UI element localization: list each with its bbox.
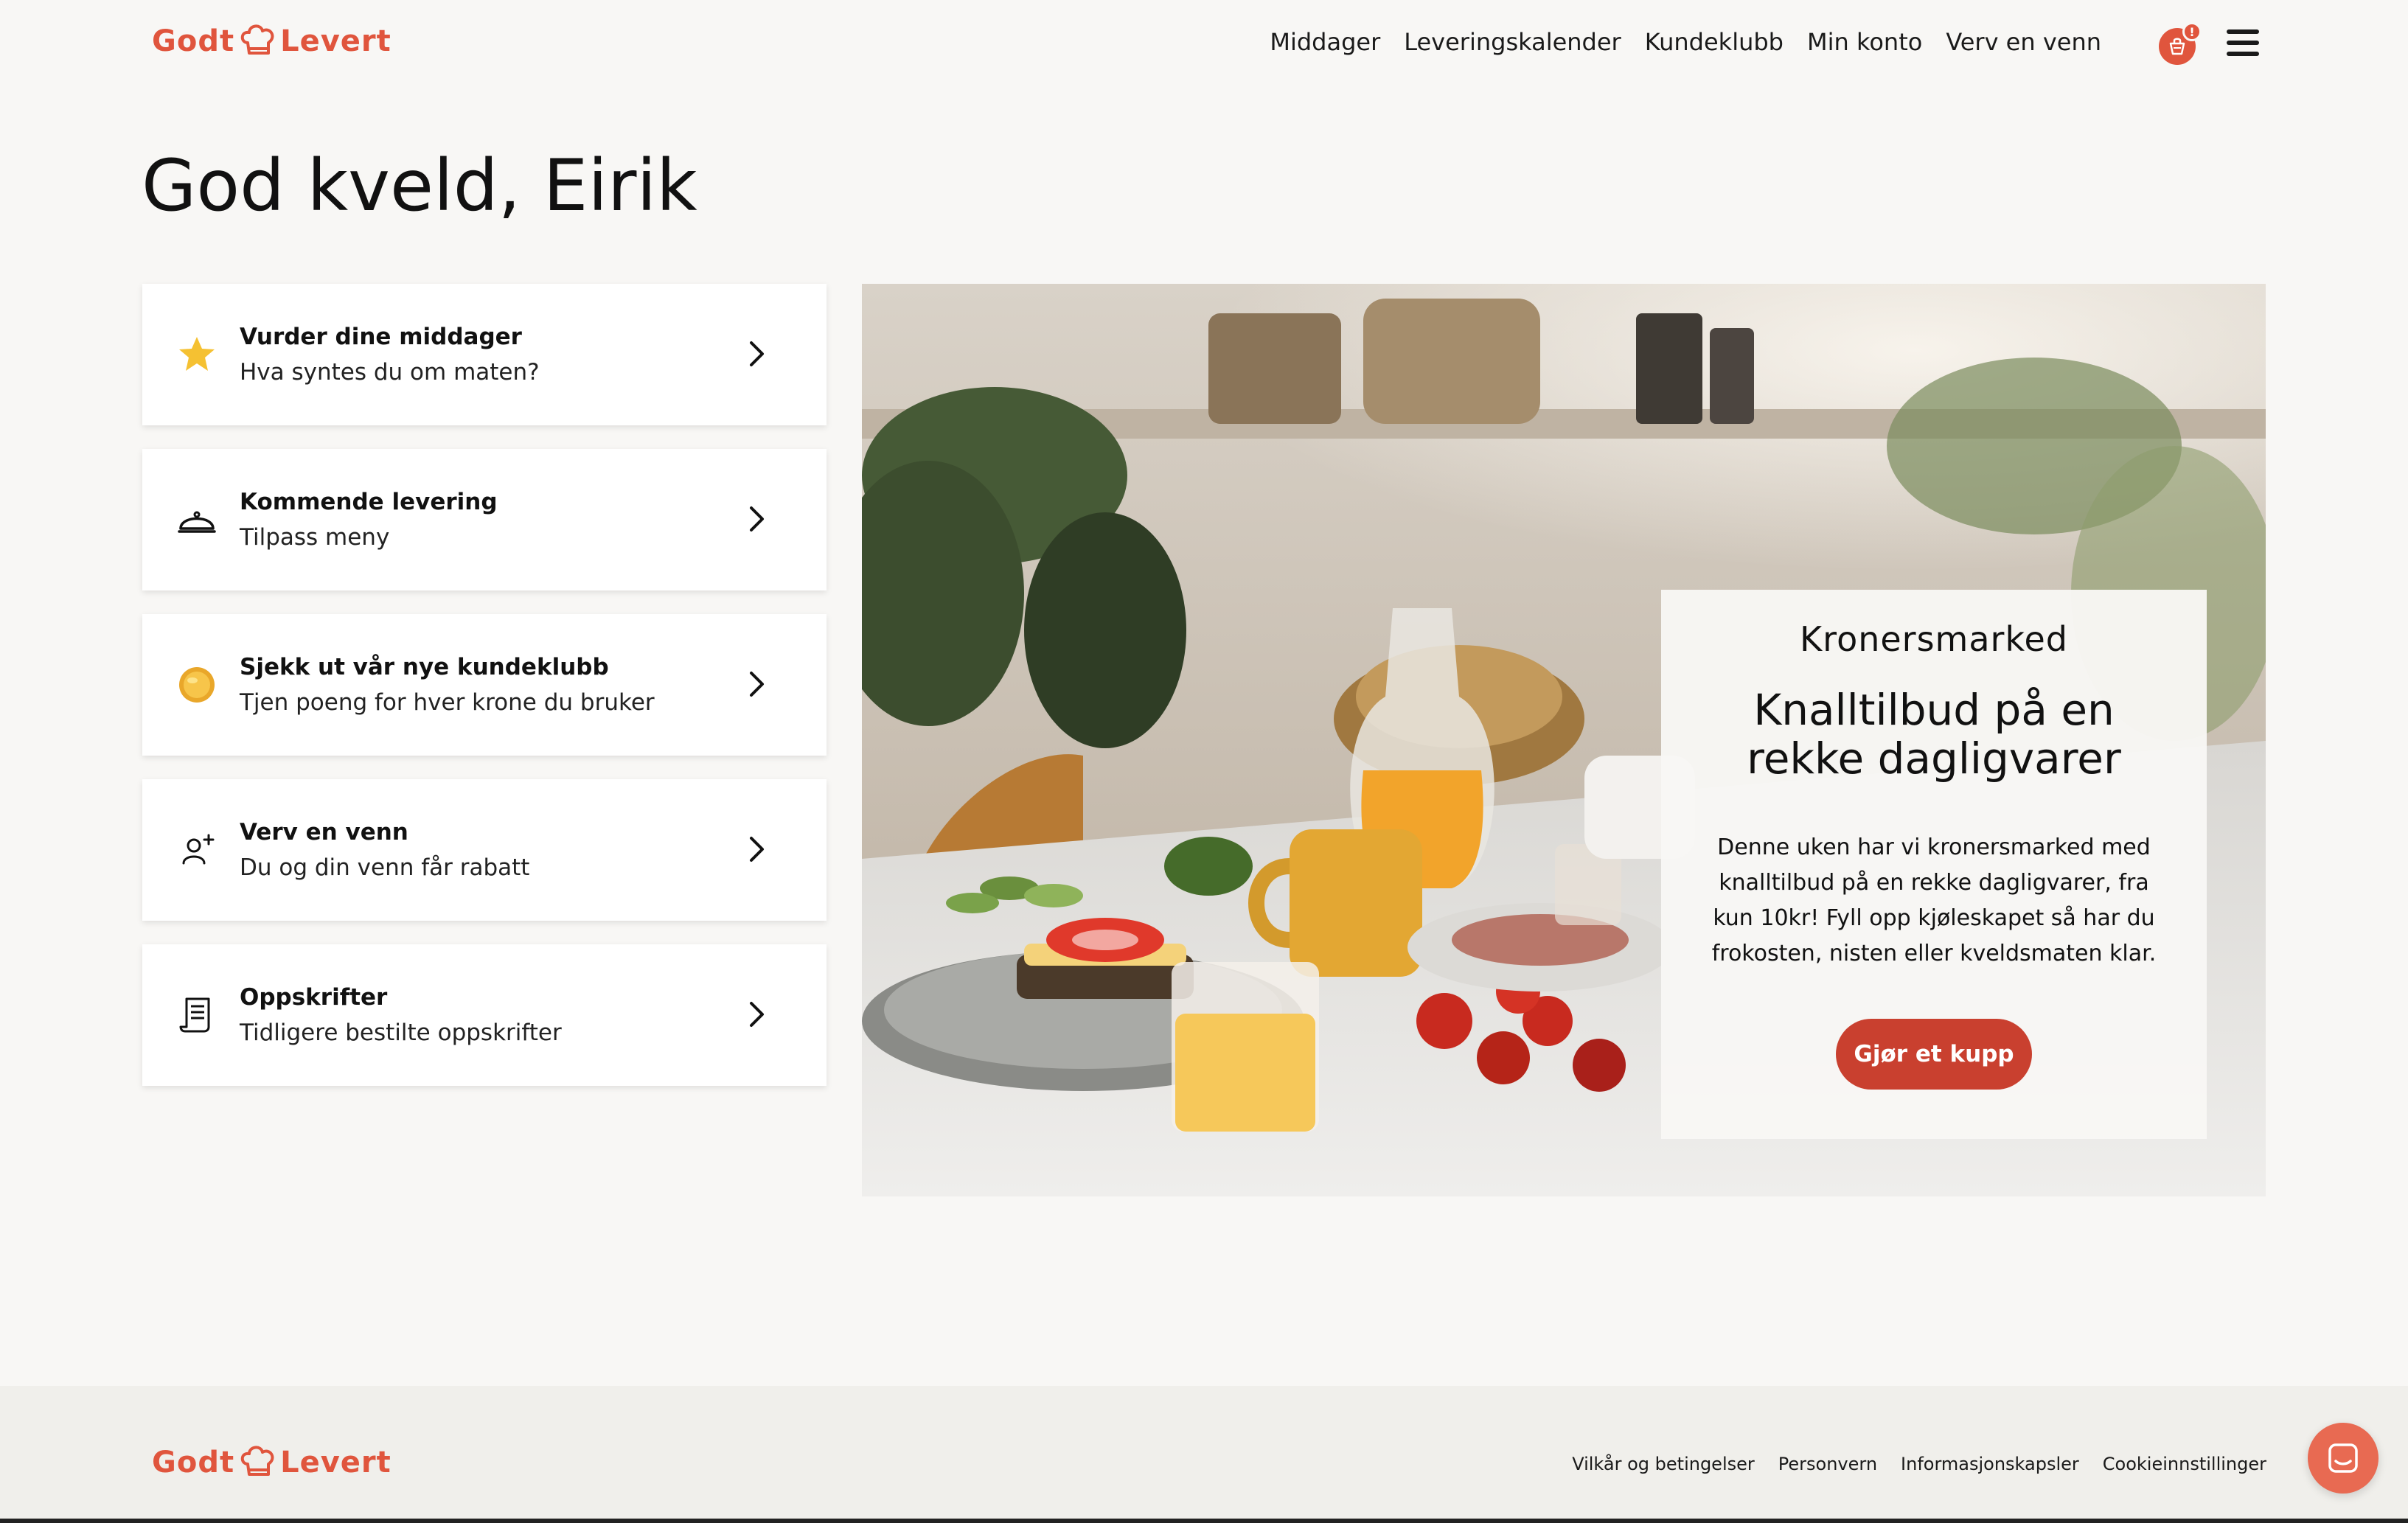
bottom-bar — [0, 1519, 2408, 1523]
promo-cta-button[interactable]: Gjør et kupp — [1836, 1019, 2032, 1090]
chevron-right-icon — [750, 506, 764, 532]
star-icon — [175, 332, 219, 377]
site-header: Godt Levert Middager Leveringskalender K… — [0, 0, 2408, 88]
chef-hat-icon — [240, 24, 274, 55]
shortcut-cards: Vurder dine middager Hva syntes du om ma… — [142, 284, 827, 1109]
card-title: Oppskrifter — [240, 984, 388, 1011]
footer-link-privacy[interactable]: Personvern — [1778, 1454, 1877, 1474]
chat-button[interactable] — [2308, 1423, 2379, 1494]
card-upcoming-delivery[interactable]: Kommende levering Tilpass meny — [142, 449, 827, 590]
chevron-right-icon — [750, 837, 764, 862]
card-title: Kommende levering — [240, 489, 498, 515]
card-customer-club[interactable]: Sjekk ut vår nye kundeklubb Tjen poeng f… — [142, 614, 827, 756]
chevron-right-icon — [750, 1002, 764, 1027]
brand-logo[interactable]: Godt Levert — [152, 21, 392, 62]
nav-leveringskalender[interactable]: Leveringskalender — [1404, 28, 1621, 56]
chevron-right-icon — [750, 341, 764, 366]
promo-eyebrow: Kronersmarked — [1800, 619, 2068, 659]
recipe-icon — [175, 993, 219, 1037]
footer-link-cookies[interactable]: Informasjonskapsler — [1901, 1454, 2079, 1474]
card-recipes[interactable]: Oppskrifter Tidligere bestilte oppskrift… — [142, 944, 827, 1086]
cart-button[interactable]: ! — [2156, 22, 2202, 66]
chat-icon — [2328, 1443, 2358, 1473]
main-nav: Middager Leveringskalender Kundeklubb Mi… — [1270, 28, 2101, 56]
chef-hat-icon — [240, 1446, 274, 1476]
promo-box: Kronersmarked Knalltilbud på en rekke da… — [1661, 590, 2207, 1139]
footer-link-cookie-settings[interactable]: Cookieinnstillinger — [2103, 1454, 2266, 1474]
card-subtitle: Tidligere bestilte oppskrifter — [240, 1020, 562, 1046]
coin-icon — [175, 663, 219, 707]
add-user-icon — [175, 828, 219, 872]
cart-badge: ! — [2182, 22, 2202, 41]
card-subtitle: Du og din venn får rabatt — [240, 854, 530, 881]
site-footer: Godt Levert Vilkår og betingelser Person… — [0, 1386, 2408, 1523]
footer-brand-logo[interactable]: Godt Levert — [152, 1442, 392, 1483]
promo-body: Denne uken har vi kronersmarked med knal… — [1711, 834, 2157, 966]
card-rate-dinners[interactable]: Vurder dine middager Hva syntes du om ma… — [142, 284, 827, 425]
card-subtitle: Tilpass meny — [240, 524, 390, 551]
page-greeting: God kveld, Eirik — [142, 144, 697, 227]
nav-kundeklubb[interactable]: Kundeklubb — [1645, 28, 1784, 56]
card-subtitle: Tjen poeng for hver krone du bruker — [240, 689, 655, 716]
card-refer-friend[interactable]: Verv en venn Du og din venn får rabatt — [142, 779, 827, 921]
card-title: Vurder dine middager — [240, 324, 522, 350]
nav-verv-en-venn[interactable]: Verv en venn — [1946, 28, 2101, 56]
hamburger-menu-icon[interactable] — [2227, 29, 2259, 56]
card-subtitle: Hva syntes du om maten? — [240, 359, 540, 386]
cloche-icon — [175, 498, 219, 542]
footer-link-terms[interactable]: Vilkår og betingelser — [1572, 1454, 1755, 1474]
card-title: Verv en venn — [240, 819, 408, 846]
nav-min-konto[interactable]: Min konto — [1807, 28, 1922, 56]
promo-title: Knalltilbud på en rekke dagligvarer — [1747, 685, 2121, 784]
nav-middager[interactable]: Middager — [1270, 28, 1380, 56]
card-title: Sjekk ut vår nye kundeklubb — [240, 654, 609, 680]
footer-links: Vilkår og betingelser Personvern Informa… — [1572, 1454, 2266, 1474]
chevron-right-icon — [750, 672, 764, 697]
